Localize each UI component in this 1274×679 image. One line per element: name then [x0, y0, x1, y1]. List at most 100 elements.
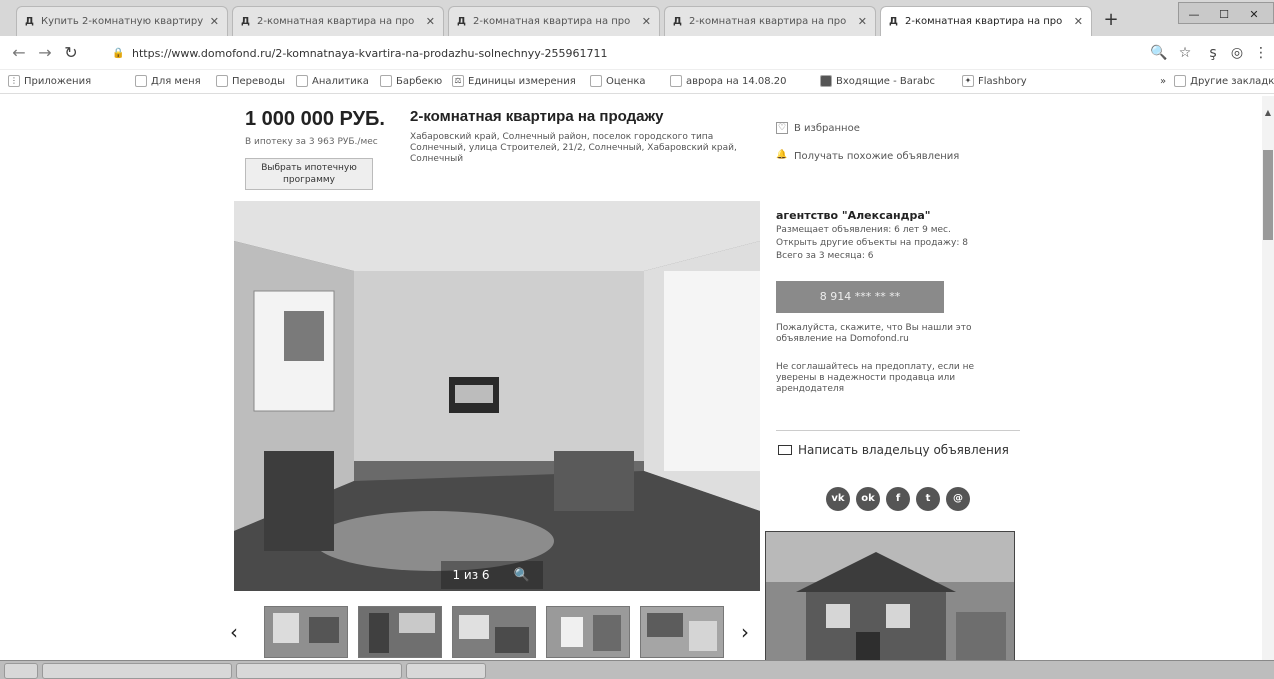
add-to-favorites-link[interactable]: ♡ В избранное	[776, 122, 860, 134]
taskbar-app[interactable]	[42, 663, 232, 679]
address-bar-row: ← → ↻ 🔒 https://www.domofond.ru/2-komnat…	[0, 36, 1274, 70]
bookmark-item[interactable]: ✦ Flashbory	[962, 75, 1027, 87]
thumbnail-image	[547, 607, 629, 657]
tab-title: Купить 2-комнатную квартиру	[41, 16, 204, 27]
choose-mortgage-button[interactable]: Выбрать ипотечную программу	[245, 158, 373, 190]
listing-title: 2-комнатная квартира на продажу	[410, 108, 664, 125]
main-photo[interactable]	[234, 201, 760, 591]
mortgage-monthly-text: В ипотеку за 3 963 РУБ./мес	[245, 137, 378, 147]
browser-tab-1[interactable]: Д Купить 2-комнатную квартиру ✕	[16, 6, 228, 36]
extension-icon[interactable]: ş	[1204, 44, 1222, 62]
new-tab-button[interactable]: +	[1098, 10, 1124, 32]
subscribe-similar-link[interactable]: 🔔 Получать похожие объявления	[776, 150, 959, 162]
apps-grid-icon: ⋮	[8, 75, 20, 87]
thumbnail-image	[453, 607, 535, 657]
ok-share-icon[interactable]: ok	[856, 487, 880, 511]
folder-icon	[296, 75, 308, 87]
bookmark-item[interactable]: Переводы	[216, 75, 285, 87]
facebook-share-icon[interactable]: f	[886, 487, 910, 511]
lock-icon: 🔒	[112, 47, 125, 59]
maximize-icon[interactable]: ☐	[1209, 5, 1239, 25]
tab-bar: Д Купить 2-комнатную квартиру ✕ Д 2-комн…	[0, 0, 1274, 36]
flash-icon: ✦	[962, 75, 974, 87]
close-tab-icon[interactable]: ✕	[858, 15, 867, 28]
close-tab-icon[interactable]: ✕	[210, 15, 219, 28]
browser-tab-4[interactable]: Д 2-комнатная квартира на про ✕	[664, 6, 876, 36]
url-field[interactable]: 🔒 https://www.domofond.ru/2-komnatnaya-k…	[112, 42, 1132, 64]
domofond-favicon-icon: Д	[673, 15, 682, 27]
divider	[776, 430, 1020, 431]
folder-icon	[590, 75, 602, 87]
bookmark-star-icon[interactable]: ☆	[1176, 44, 1194, 62]
folder-icon	[1174, 75, 1187, 87]
bookmark-item[interactable]: Входящие - Barabc	[820, 75, 935, 87]
zoom-icon[interactable]: 🔍	[1150, 44, 1168, 62]
twitter-share-icon[interactable]: t	[916, 487, 940, 511]
listing-price: 1 000 000 РУБ.	[245, 108, 385, 130]
mail-share-icon[interactable]: @	[946, 487, 970, 511]
heart-icon: ♡	[776, 122, 788, 134]
found-on-domofond-note: Пожалуйста, скажите, что Вы нашли это об…	[776, 323, 972, 344]
window-controls: — ☐ ✕	[1178, 2, 1274, 24]
agency-name[interactable]: агентство "Александра"	[776, 209, 931, 222]
bookmark-item[interactable]: Аналитика	[296, 75, 369, 87]
bell-icon: 🔔	[776, 150, 788, 160]
agency-total-count: Всего за 3 месяца: 6	[776, 251, 874, 261]
back-arrow-icon[interactable]: ←	[10, 44, 28, 62]
listing-address: Хабаровский край, Солнечный район, посел…	[410, 132, 737, 164]
bookmark-item[interactable]: ⚖ Единицы измерения	[452, 75, 576, 87]
bookmark-item[interactable]: Для меня	[135, 75, 201, 87]
browser-tab-2[interactable]: Д 2-комнатная квартира на про ✕	[232, 6, 444, 36]
thumbnail-image	[265, 607, 347, 657]
folder-icon	[380, 75, 392, 87]
bookmark-apps[interactable]: ⋮ Приложения	[8, 75, 91, 87]
tab-title: 2-комнатная квартира на про	[905, 16, 1063, 27]
scrollbar-thumb[interactable]	[1263, 150, 1273, 240]
thumbnail-image	[641, 607, 723, 657]
show-phone-button[interactable]: 8 914 *** ** **	[776, 281, 944, 313]
close-tab-icon[interactable]: ✕	[642, 15, 651, 28]
taskbar-app[interactable]	[236, 663, 402, 679]
thumbnails-prev-arrow-icon[interactable]: ‹	[230, 620, 238, 644]
thumbnails-next-arrow-icon[interactable]: ›	[741, 620, 749, 644]
browser-tab-5-active[interactable]: Д 2-комнатная квартира на про ✕	[880, 6, 1092, 36]
vk-share-icon[interactable]: vk	[826, 487, 850, 511]
mail-icon	[820, 75, 832, 87]
menu-icon[interactable]: ⋮	[1252, 44, 1270, 62]
write-to-owner-link[interactable]: Написать владельцу объявления	[778, 443, 1009, 457]
prepayment-warning-note: Не соглашайтесь на предоплату, если не у…	[776, 362, 975, 394]
domofond-favicon-icon: Д	[457, 15, 466, 27]
photo-thumbnail[interactable]	[264, 606, 348, 658]
minimize-icon[interactable]: —	[1179, 5, 1209, 25]
envelope-icon	[778, 445, 792, 455]
bookmark-item[interactable]: Оценка	[590, 75, 646, 87]
taskbar-app[interactable]	[406, 663, 486, 679]
scale-icon: ⚖	[452, 75, 464, 87]
domofond-favicon-icon: Д	[241, 15, 250, 27]
reload-icon[interactable]: ↻	[62, 44, 80, 62]
photo-thumbnail[interactable]	[546, 606, 630, 658]
agency-other-objects-link[interactable]: Открыть другие объекты на продажу: 8	[776, 238, 968, 248]
sync-icon[interactable]: ◎	[1228, 44, 1246, 62]
folder-icon	[135, 75, 147, 87]
close-tab-icon[interactable]: ✕	[1074, 15, 1083, 28]
close-window-icon[interactable]: ✕	[1239, 5, 1269, 25]
zoom-icon[interactable]: 🔍	[501, 568, 543, 583]
start-button-icon[interactable]	[4, 663, 38, 679]
scroll-up-arrow-icon[interactable]: ▲	[1262, 108, 1274, 120]
browser-tab-3[interactable]: Д 2-комнатная квартира на про ✕	[448, 6, 660, 36]
bookmark-item[interactable]: аврора на 14.08.20	[670, 75, 787, 87]
forward-arrow-icon[interactable]: →	[36, 44, 54, 62]
domofond-favicon-icon: Д	[25, 15, 34, 27]
photo-thumbnail[interactable]	[452, 606, 536, 658]
photo-thumbnail[interactable]	[640, 606, 724, 658]
room-photo-image	[234, 201, 760, 591]
advertisement-banner[interactable]	[765, 531, 1015, 679]
photo-thumbnail[interactable]	[358, 606, 442, 658]
close-tab-icon[interactable]: ✕	[426, 15, 435, 28]
folder-icon	[216, 75, 228, 87]
house-ad-image	[766, 532, 1014, 678]
agency-tenure: Размещает объявления: 6 лет 9 мес.	[776, 225, 951, 235]
bookmark-item[interactable]: Барбекю	[380, 75, 442, 87]
bookmark-other[interactable]: » Другие закладки	[1160, 75, 1274, 87]
